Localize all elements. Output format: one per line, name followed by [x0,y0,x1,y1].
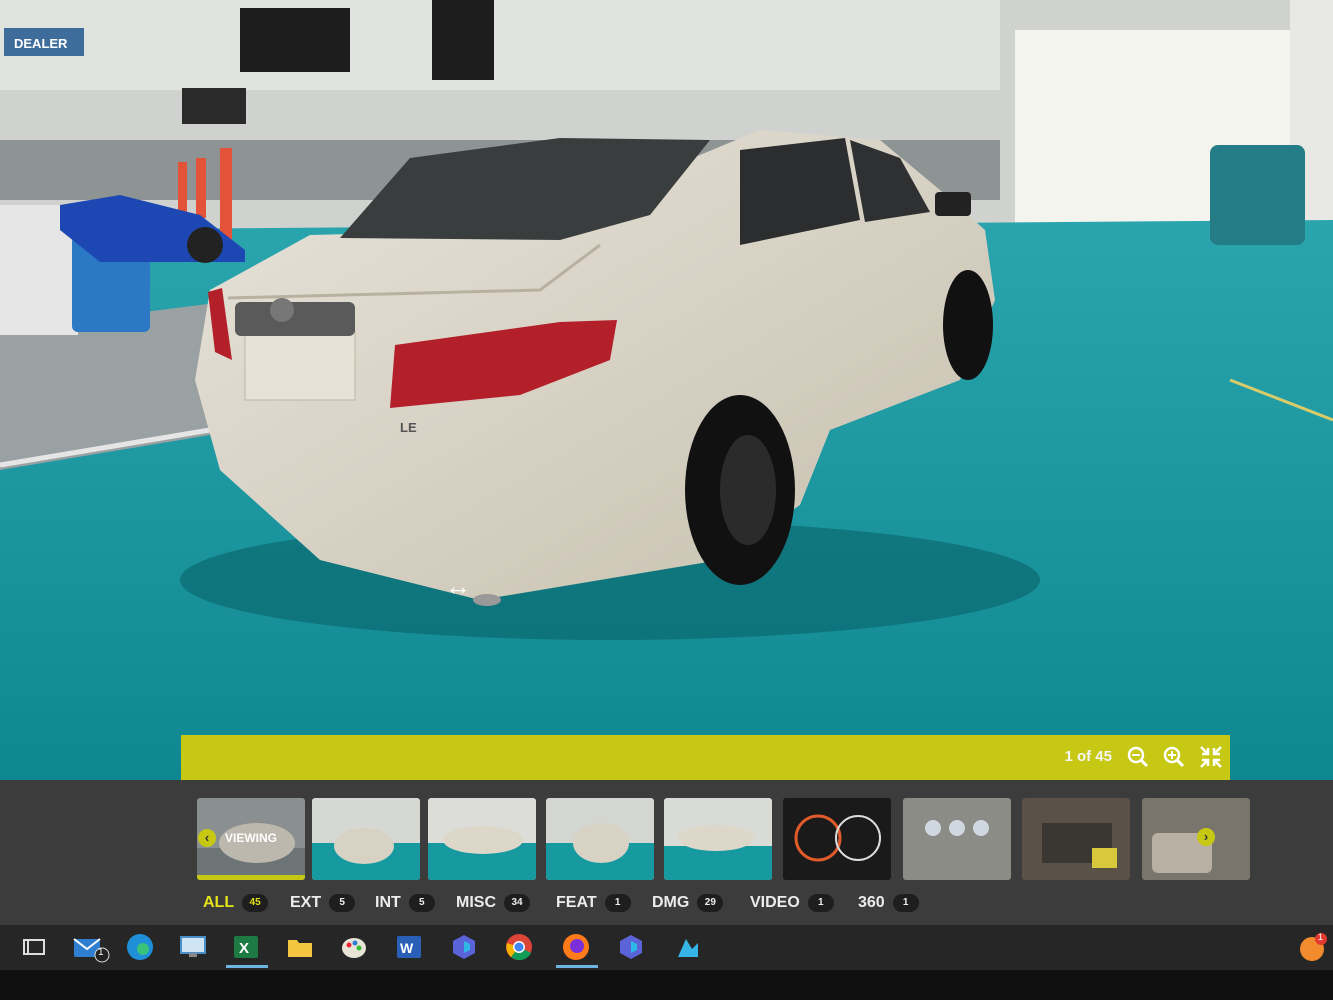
category-int[interactable]: INT 5 [375,894,435,912]
thumbnail[interactable] [1022,798,1130,880]
remote-desktop-icon[interactable] [177,931,209,963]
viewing-label: VIEWING [225,831,278,845]
tray-badge: 1 [1318,932,1324,942]
thumbnail[interactable] [428,798,536,880]
category-label: DMG [652,894,690,911]
chevron-right-icon[interactable]: › [1197,828,1215,846]
category-count: 5 [408,894,435,912]
category-feat[interactable]: FEAT 1 [556,894,631,912]
category-label: MISC [456,894,496,911]
category-label: FEAT [556,894,597,911]
thumbnail[interactable] [546,798,654,880]
category-all[interactable]: ALL 45 [203,894,269,912]
paint-icon[interactable] [338,931,370,963]
category-360[interactable]: 360 1 [858,894,919,912]
category-label: VIDEO [750,894,800,911]
category-count: 5 [329,894,356,912]
active-app-indicator [556,965,598,968]
zoom-in-button[interactable] [1161,744,1187,770]
chevron-left-icon[interactable]: ‹ [198,829,216,847]
firefox-icon[interactable] [560,931,592,963]
category-count: 1 [604,894,631,912]
thumbnail[interactable] [1142,798,1250,880]
word-icon[interactable]: W [393,931,425,963]
edge-icon[interactable] [124,931,156,963]
os-taskbar: 1 X W 1 [0,925,1333,970]
svg-text:X: X [239,940,249,957]
collapse-button[interactable] [1198,744,1224,770]
zoom-out-icon [1127,746,1149,768]
mail-badge: 1 [98,947,104,958]
app-icon[interactable] [672,931,704,963]
category-misc[interactable]: MISC 34 [456,894,530,912]
category-count: 29 [697,894,724,912]
category-count: 45 [242,894,269,912]
category-label: 360 [858,894,885,911]
thumbnail[interactable] [664,798,772,880]
category-filters: ALL 45 EXT 5 INT 5 MISC 34 FEAT 1 DMG 29… [0,894,1333,918]
category-count: 1 [892,894,919,912]
excel-icon[interactable]: X [230,931,262,963]
thumbnail[interactable] [903,798,1011,880]
current-indicator [197,875,305,880]
photo-counter: 1 of 45 [1064,748,1112,765]
zoom-out-button[interactable] [1125,744,1151,770]
monitor-bezel [0,970,1333,1000]
svg-text:W: W [400,940,414,956]
category-count: 34 [504,894,530,912]
hand-pan-icon: ↔ [445,571,471,601]
thumbnail[interactable] [312,798,420,880]
chrome-icon[interactable] [503,931,535,963]
category-ext[interactable]: EXT 5 [290,894,356,912]
category-label: ALL [203,894,235,911]
notification-icon[interactable]: 1 [1296,931,1328,963]
mail-icon[interactable]: 1 [72,931,110,963]
photo-viewer[interactable]: DEALER LE ↔ [0,0,1333,780]
category-label: EXT [290,894,322,911]
thumbnail[interactable] [783,798,891,880]
dealer-sign-text: DEALER [14,36,68,51]
zoom-in-icon [1163,746,1185,768]
category-count: 1 [807,894,834,912]
vehicle-photo[interactable]: DEALER LE [0,0,1333,780]
category-label: INT [375,894,401,911]
task-view-icon[interactable] [18,931,50,963]
category-dmg[interactable]: DMG 29 [652,894,724,912]
copilot-icon[interactable] [615,931,647,963]
collapse-icon [1200,746,1222,768]
category-video[interactable]: VIDEO 1 [750,894,834,912]
trunk-badge-text: LE [400,420,417,435]
file-explorer-icon[interactable] [284,931,316,963]
viewer-toolbar: 1 of 45 [181,735,1230,780]
copilot-icon[interactable] [448,931,480,963]
thumbnail-strip: VIEWING ‹ › ALL 45 EXT 5 INT 5 MISC 34 F… [0,780,1333,925]
active-app-indicator [226,965,268,968]
